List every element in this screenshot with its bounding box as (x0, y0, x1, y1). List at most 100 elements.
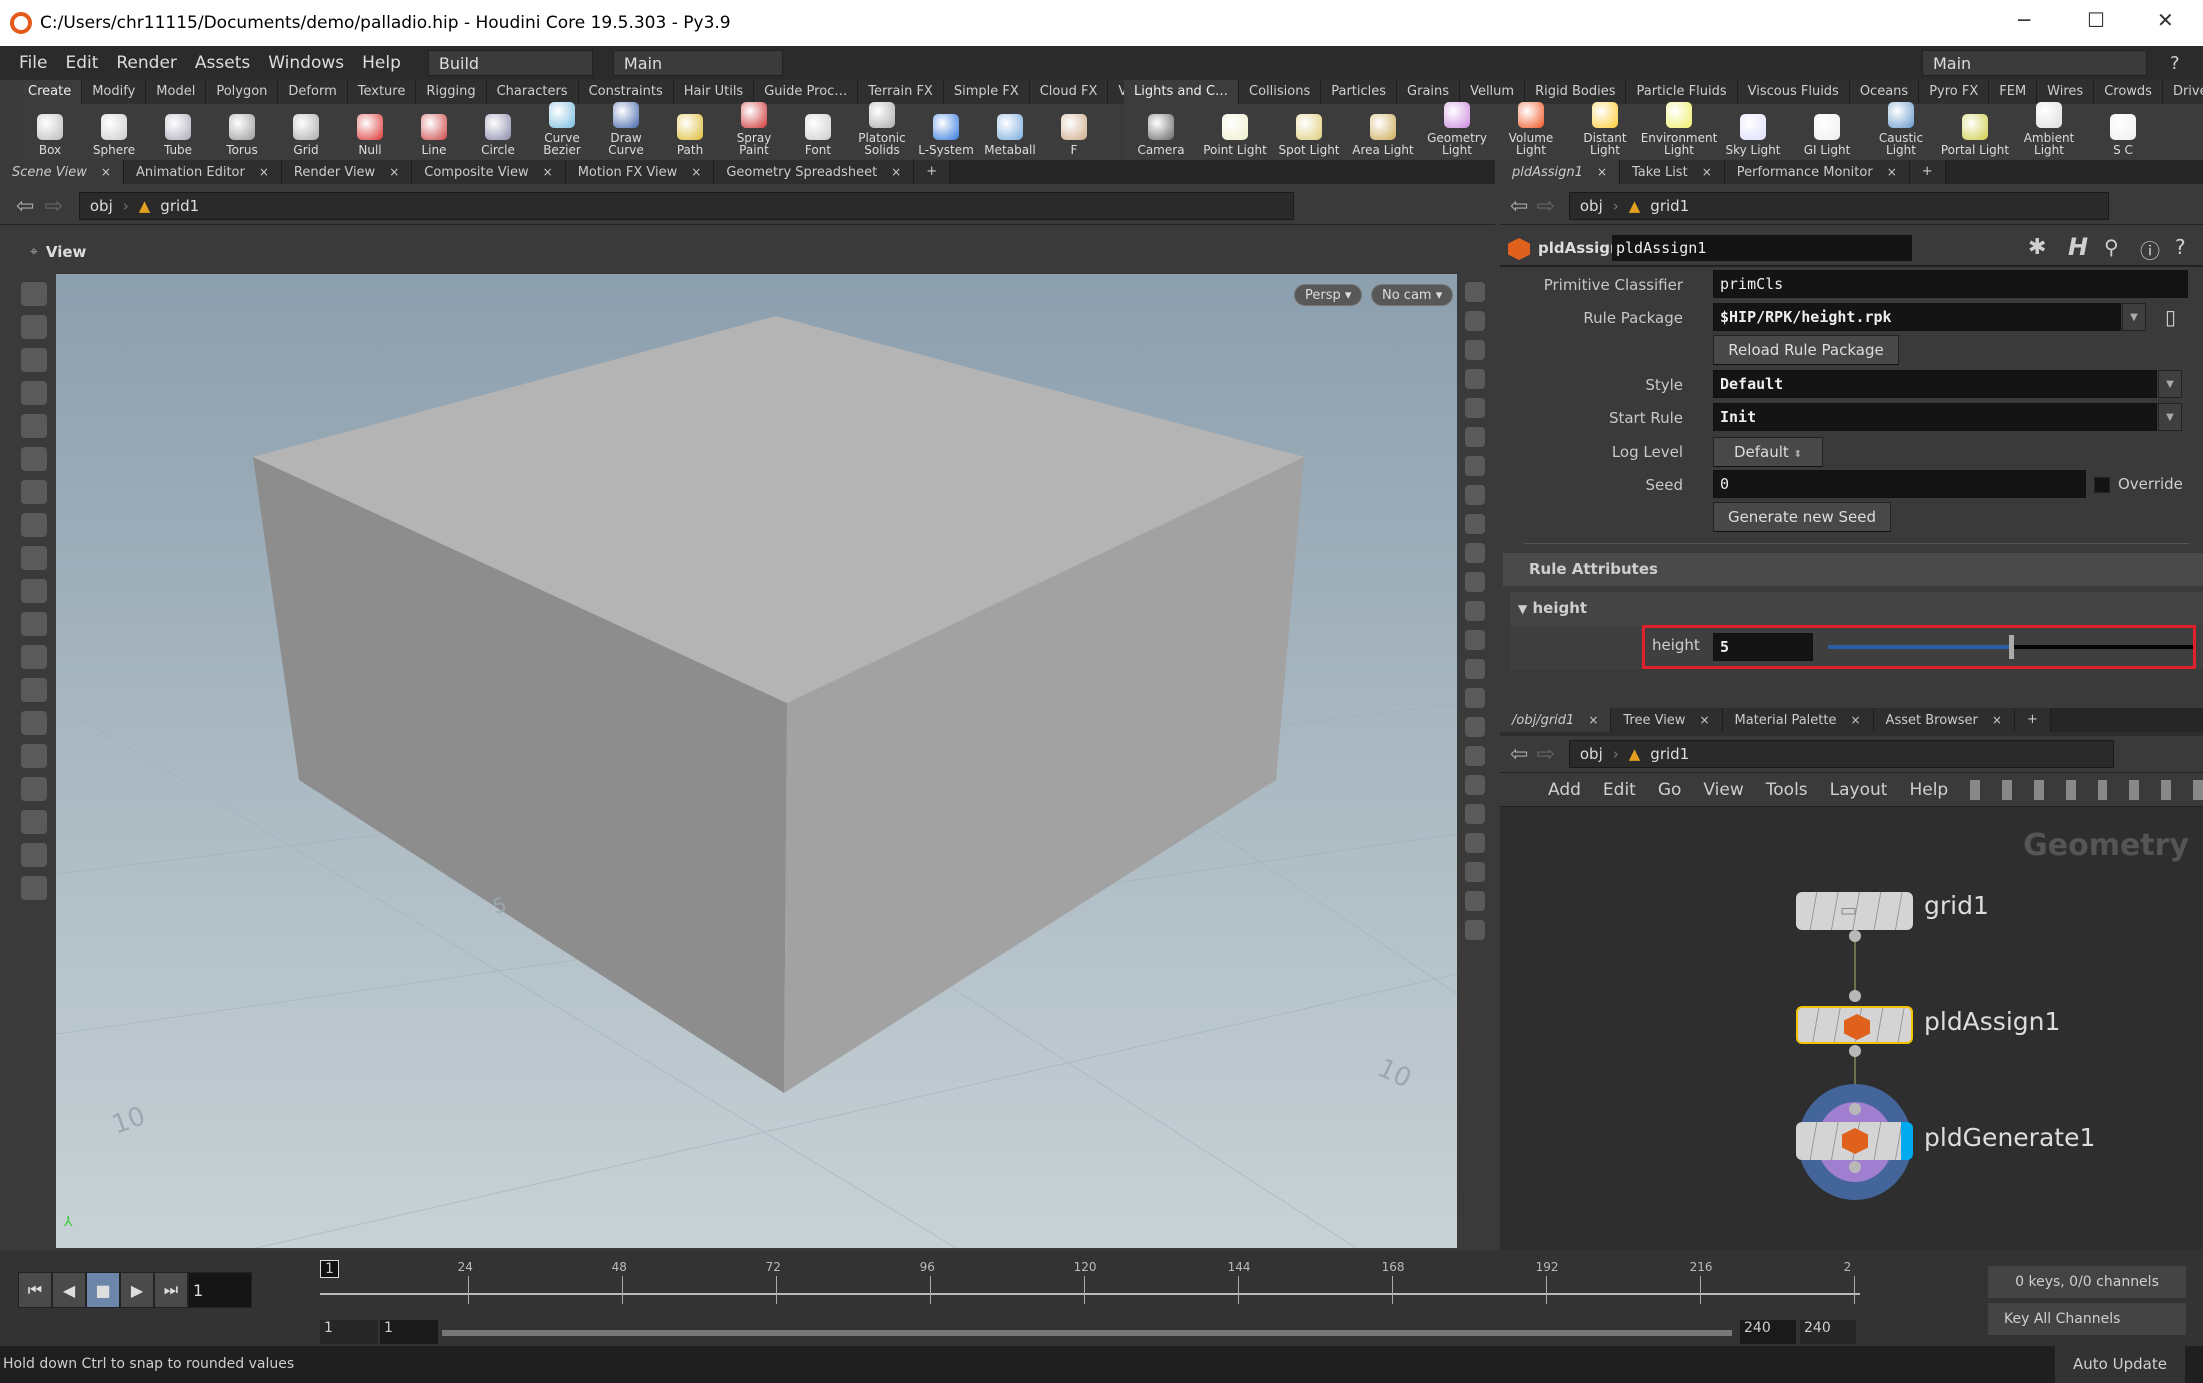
output-connector[interactable] (1849, 930, 1861, 942)
shelf-tool-metaball[interactable]: Metaball (978, 114, 1042, 159)
shelf-tab-hair-utils[interactable]: Hair Utils (673, 80, 755, 104)
close-tab-icon[interactable]: × (1887, 165, 1897, 179)
tab-pldassign1[interactable]: pldAssign1 × (1500, 160, 1620, 184)
gear-icon[interactable]: ✱ (2028, 235, 2046, 260)
lasso-icon[interactable] (20, 447, 47, 471)
shelf-tool-path[interactable]: Path (658, 114, 722, 159)
shelf-tab-deform[interactable]: Deform (278, 80, 348, 104)
menu-assets[interactable]: Assets (186, 53, 259, 73)
tab-geometry-spreadsheet[interactable]: Geometry Spreadsheet × (714, 160, 915, 184)
tab-motion-fx-view[interactable]: Motion FX View × (565, 160, 715, 184)
height-field[interactable]: 5 (1713, 633, 1813, 661)
measure-icon[interactable] (1464, 630, 1485, 650)
shelf-tool-sphere[interactable]: Sphere (82, 114, 146, 159)
shelf-tab-wires[interactable]: Wires (2037, 80, 2095, 104)
settings-icon[interactable] (1464, 862, 1485, 882)
path-obj[interactable]: obj (90, 197, 113, 215)
camera-icon[interactable] (1464, 891, 1485, 911)
range-slider[interactable] (442, 1330, 1732, 1336)
shelf-tab-fem[interactable]: FEM (1989, 80, 2038, 104)
camera-icon[interactable] (20, 546, 47, 570)
shelf-tool-area-light[interactable]: Area Light (1346, 114, 1420, 159)
play-button[interactable]: ▶ (120, 1272, 154, 1308)
shelf-tab-modify[interactable]: Modify (82, 80, 147, 104)
jump-end-button[interactable]: ⏭ (154, 1272, 188, 1308)
zoom-icon[interactable] (20, 711, 47, 735)
current-frame-marker[interactable]: 1 (320, 1260, 339, 1278)
primitive-classifier-field[interactable]: primCls (1713, 270, 2188, 298)
help-icon[interactable]: ? (2170, 53, 2180, 74)
frame-icon[interactable] (1464, 775, 1485, 795)
path-obj[interactable]: obj (1580, 197, 1603, 215)
shelf-tab-model[interactable]: Model (146, 80, 207, 104)
view-menu-icon[interactable]: ⌖ (30, 244, 38, 260)
start-frame-field[interactable]: 1 (320, 1320, 378, 1344)
shelf-tool-ambient-light[interactable]: Ambient Light (2012, 102, 2086, 159)
path-grid1[interactable]: grid1 (1650, 197, 1689, 215)
style-dropdown[interactable]: ▼ (2158, 370, 2182, 398)
handle-icon[interactable] (20, 381, 47, 405)
shelf-tool-spray-paint[interactable]: Spray Paint (722, 102, 786, 159)
close-tab-icon[interactable]: × (259, 165, 269, 179)
shelf-tab-guide-proc[interactable]: Guide Proc… (754, 80, 859, 104)
input-connector[interactable] (1849, 990, 1861, 1002)
shelf-tab-pyro-fx[interactable]: Pyro FX (1919, 80, 1990, 104)
shelf-tool-tube[interactable]: Tube (146, 114, 210, 159)
start-rule-field[interactable]: Init (1713, 403, 2157, 431)
right-desktop-select[interactable]: Main (1922, 50, 2147, 76)
shelf-tool-caustic-light[interactable]: Caustic Light (1864, 102, 1938, 159)
shelf-tool-f[interactable]: F (1042, 114, 1106, 159)
shelf-tab-texture[interactable]: Texture (347, 80, 417, 104)
shelf-tool-grid[interactable]: Grid (274, 114, 338, 159)
shelf-tool-box[interactable]: Box (18, 114, 82, 159)
node-pldgenerate1[interactable] (1796, 1122, 1913, 1160)
close-tab-icon[interactable]: × (1702, 165, 1712, 179)
search-icon[interactable]: ⚲ (2104, 235, 2119, 259)
tab-take-list[interactable]: Take List × (1620, 160, 1725, 184)
shelf-tab-viscous-fluids[interactable]: Viscous Fluids (1737, 80, 1850, 104)
tab-composite-view[interactable]: Composite View × (412, 160, 566, 184)
param-path-bar[interactable]: obj › ▲ grid1 (1568, 192, 2109, 220)
bone-icon[interactable] (1464, 572, 1485, 592)
rule-attributes-header[interactable]: Rule Attributes (1503, 553, 2203, 586)
node-grid1[interactable]: ▭ (1796, 892, 1913, 930)
forward-arrow-icon[interactable]: ⇨ (44, 194, 62, 219)
shelf-tab-lights-and-c[interactable]: Lights and C… (1124, 80, 1240, 104)
snap-icon[interactable] (20, 513, 47, 537)
shelf-tool-volume-light[interactable]: Volume Light (1494, 102, 1568, 159)
reload-rule-package-button[interactable]: Reload Rule Package (1713, 335, 1899, 365)
output-connector[interactable] (1849, 1161, 1861, 1173)
shelf-tab-grains[interactable]: Grains (1397, 80, 1461, 104)
close-tab-icon[interactable]: × (543, 165, 553, 179)
height-slider[interactable] (1828, 635, 2193, 659)
shelf-tool-geometry-light[interactable]: Geometry Light (1420, 102, 1494, 159)
minimize-button[interactable]: ─ (2018, 8, 2030, 32)
shelf-tool-platonic-solids[interactable]: Platonic Solids (850, 102, 914, 159)
start-rule-dropdown[interactable]: ▼ (2158, 403, 2182, 431)
shelf-tab-vellum[interactable]: Vellum (1460, 80, 1526, 104)
ghost-icon[interactable] (20, 876, 47, 900)
shelf-tool-portal-light[interactable]: Portal Light (1938, 114, 2012, 159)
shelf-tab-terrain-fx[interactable]: Terrain FX (858, 80, 944, 104)
shelf-tool-gi-light[interactable]: GI Light (1790, 114, 1864, 159)
menu-file[interactable]: File (10, 53, 56, 73)
pin-icon[interactable] (1464, 717, 1485, 737)
camera-menu[interactable]: No cam ▾ (1371, 284, 1454, 306)
playback-end-field[interactable]: 240 (1740, 1320, 1796, 1344)
shelf-tool-environment-light[interactable]: Environment Light (1641, 102, 1717, 159)
pose-icon[interactable] (20, 348, 47, 372)
shelf-tool-font[interactable]: Font (786, 114, 850, 159)
frame-ruler[interactable]: 1 24 48 72 96 120 144 168 192 216 2 (320, 1260, 1860, 1310)
shelf-tab-constraints[interactable]: Constraints (578, 80, 674, 104)
close-tab-icon[interactable]: × (1597, 165, 1607, 179)
add-tab-button[interactable]: + (914, 160, 951, 184)
light-icon[interactable] (20, 579, 47, 603)
menu-render[interactable]: Render (107, 53, 186, 73)
shelf-tab-characters[interactable]: Characters (486, 80, 579, 104)
shelf-tab-polygon[interactable]: Polygon (206, 80, 279, 104)
bg-icon[interactable] (1464, 514, 1485, 534)
color-icon[interactable] (1464, 659, 1485, 679)
stop-button[interactable]: ■ (86, 1272, 120, 1308)
shelf-tab-collisions[interactable]: Collisions (1239, 80, 1322, 104)
build-desktop-select[interactable]: Build (427, 50, 593, 76)
